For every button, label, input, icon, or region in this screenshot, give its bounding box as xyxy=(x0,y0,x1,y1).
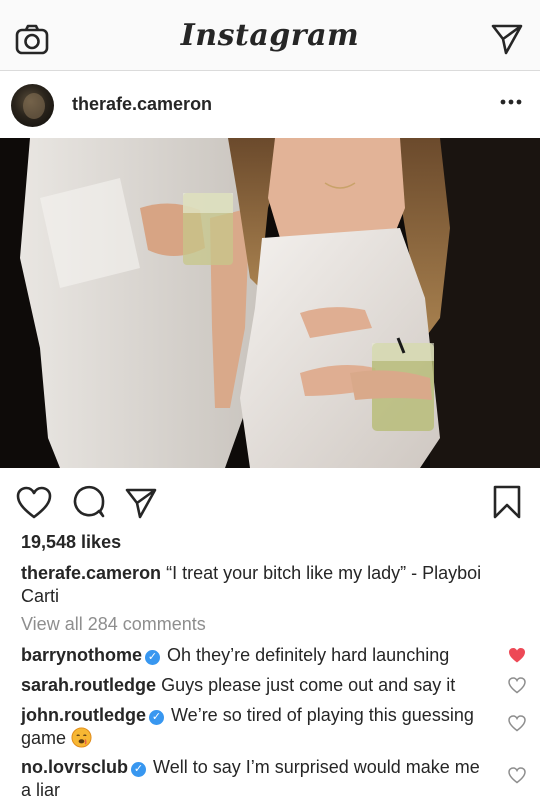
comment-item: sarah.routledge Guys please just come ou… xyxy=(21,674,481,697)
comment-item: barrynothome ✓ Oh they’re definitely hard… xyxy=(21,644,481,667)
comment-username[interactable]: john.routledge xyxy=(21,705,146,725)
top-bar: Instagram xyxy=(0,0,540,71)
heart-outline-icon[interactable] xyxy=(508,767,526,784)
liked-heart-icon[interactable] xyxy=(508,647,526,664)
heart-outline-icon[interactable] xyxy=(508,715,526,732)
paper-plane-icon[interactable] xyxy=(490,22,524,56)
comment-username[interactable]: sarah.routledge xyxy=(21,675,156,695)
share-icon[interactable] xyxy=(124,486,158,520)
verified-badge-icon: ✓ xyxy=(149,710,164,725)
action-bar xyxy=(0,478,540,528)
bookmark-icon[interactable] xyxy=(492,484,522,520)
comment-username[interactable]: barrynothome xyxy=(21,645,142,665)
post-header: therafe.cameron xyxy=(0,70,540,138)
comment-icon[interactable] xyxy=(72,485,106,519)
comment-text: Guys please just come out and say it xyxy=(161,675,456,695)
comment-item: no.lovrsclub ✓ Well to say I’m surprised … xyxy=(21,756,481,802)
likes-count[interactable]: 19,548 likes xyxy=(21,532,121,553)
comment-text: Oh they’re definitely hard launching xyxy=(167,645,450,665)
avatar[interactable] xyxy=(11,84,54,127)
view-all-comments-link[interactable]: View all 284 comments xyxy=(21,614,206,635)
instagram-logo: Instagram xyxy=(180,18,360,53)
post-username[interactable]: therafe.cameron xyxy=(72,94,212,115)
heart-icon[interactable] xyxy=(16,486,52,520)
hot-face-emoji-icon xyxy=(71,727,92,748)
comment-item: john.routledge ✓ We’re so tired of playin… xyxy=(21,704,481,750)
more-dots-icon[interactable] xyxy=(496,90,526,114)
verified-badge-icon: ✓ xyxy=(145,650,161,665)
heart-outline-icon[interactable] xyxy=(508,677,526,694)
comment-username[interactable]: no.lovrsclub xyxy=(21,757,128,777)
verified-badge-icon: ✓ xyxy=(131,762,147,777)
caption-username[interactable]: therafe.cameron xyxy=(21,563,161,583)
caption: therafe.cameron “I treat your bitch like… xyxy=(21,562,521,608)
post-photo[interactable] xyxy=(0,138,540,468)
